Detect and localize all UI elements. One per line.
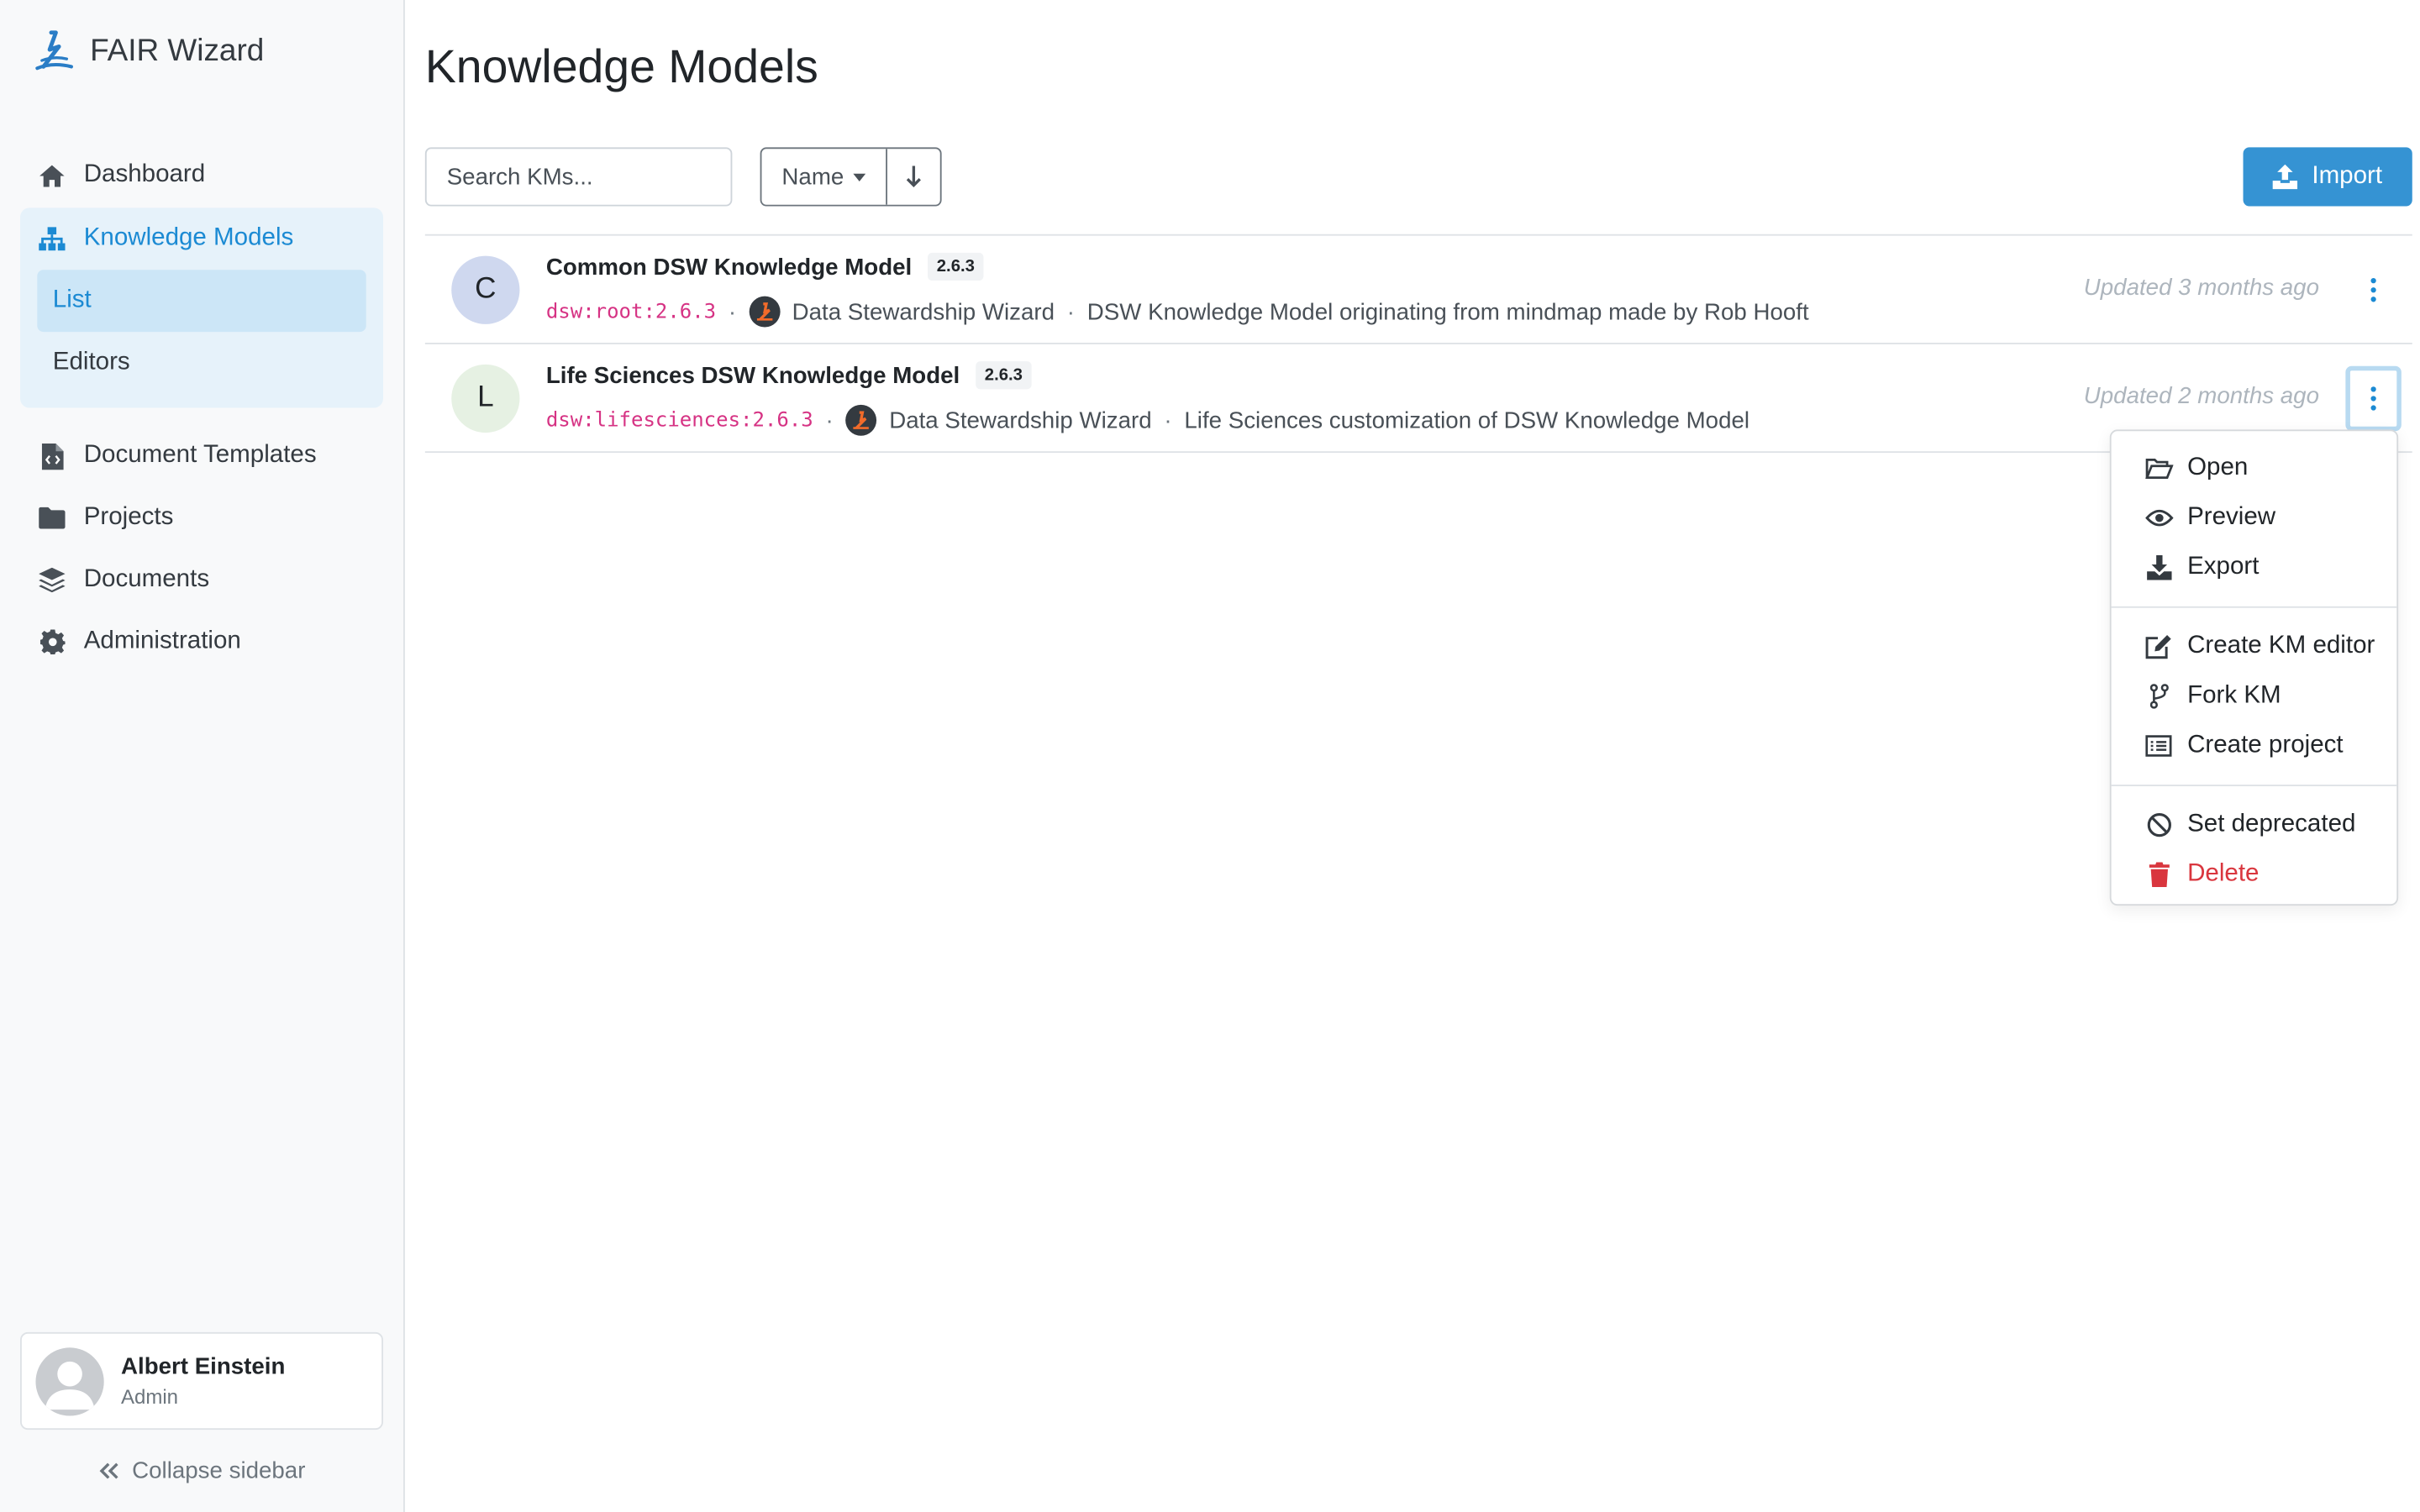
row-actions-button[interactable]: [2345, 257, 2401, 323]
sidebar-item-knowledge-models[interactable]: Knowledge Models: [20, 207, 383, 270]
sidebar-subitem-editors[interactable]: Editors: [37, 332, 366, 394]
import-button[interactable]: Import: [2243, 147, 2412, 207]
sidebar-item-administration[interactable]: Administration: [20, 611, 383, 673]
double-chevron-left-icon: [99, 1462, 119, 1479]
km-name-link[interactable]: Common DSW Knowledge Model: [546, 254, 912, 280]
app-logo[interactable]: FAIR Wizard: [31, 28, 264, 74]
km-description: DSW Knowledge Model originating from min…: [1086, 298, 1809, 325]
sidebar-nav: Dashboard Knowledge Models List Editors …: [19, 144, 383, 674]
row-actions-button[interactable]: [2345, 365, 2402, 432]
sidebar: FAIR Wizard Dashboard Knowledge Models L…: [0, 0, 405, 1512]
user-name: Albert Einstein: [120, 1353, 286, 1381]
import-label: Import: [2312, 162, 2383, 190]
edit-icon: [2144, 634, 2173, 659]
ellipsis-vertical-icon: [2370, 386, 2376, 412]
knowledge-model-list: C Common DSW Knowledge Model 2.6.3 dsw:r…: [424, 234, 2412, 454]
home-icon: [39, 162, 65, 188]
gear-icon: [39, 629, 65, 655]
page-title: Knowledge Models: [424, 41, 818, 93]
sidebar-item-document-templates[interactable]: Document Templates: [20, 425, 383, 487]
code-branch-icon: [2144, 684, 2173, 709]
app-name: FAIR Wizard: [90, 33, 265, 68]
sidebar-item-label: Document Templates: [83, 442, 317, 469]
organization-logo-icon: [748, 296, 780, 328]
row-actions-dropdown: Open Preview Export Create KM editor For…: [2109, 429, 2399, 906]
menu-item-open[interactable]: Open: [2112, 444, 2397, 493]
folder-icon: [39, 505, 66, 531]
trash-icon: [2144, 862, 2173, 887]
fair-wizard-logo-icon: [31, 28, 77, 74]
sidebar-item-label: Administration: [83, 627, 241, 655]
menu-item-set-deprecated[interactable]: Set deprecated: [2112, 801, 2397, 850]
sidebar-subitem-list[interactable]: List: [37, 270, 366, 333]
ban-icon: [2144, 812, 2173, 837]
layers-icon: [39, 567, 66, 593]
updated-time: Updated 3 months ago: [2083, 274, 2319, 302]
menu-item-export[interactable]: Export: [2112, 543, 2397, 592]
sidebar-item-dashboard[interactable]: Dashboard: [20, 144, 383, 207]
list-item: C Common DSW Knowledge Model 2.6.3 dsw:r…: [424, 236, 2412, 344]
sidebar-item-projects[interactable]: Projects: [20, 487, 383, 549]
km-initial-avatar: C: [451, 255, 520, 324]
menu-divider: [2111, 606, 2397, 608]
organization-name: Data Stewardship Wizard: [889, 407, 1152, 433]
sort-by-label: Name: [781, 163, 844, 191]
user-avatar: [35, 1347, 104, 1415]
organization-name: Data Stewardship Wizard: [792, 298, 1055, 325]
menu-item-delete[interactable]: Delete: [2112, 850, 2397, 900]
updated-time: Updated 2 months ago: [2083, 382, 2319, 410]
organization-logo-icon: [845, 404, 877, 436]
menu-item-fork-km[interactable]: Fork KM: [2112, 671, 2397, 721]
sort-direction-button[interactable]: [887, 149, 940, 204]
sidebar-item-label: Knowledge Models: [83, 224, 294, 252]
file-code-icon: [39, 443, 65, 470]
eye-icon: [2144, 509, 2173, 528]
km-description: Life Sciences customization of DSW Knowl…: [1184, 407, 1750, 433]
sidebar-group-knowledge-models: Knowledge Models List Editors: [19, 207, 383, 408]
collapse-sidebar-label: Collapse sidebar: [132, 1457, 306, 1484]
sidebar-item-documents[interactable]: Documents: [20, 549, 383, 612]
sitemap-icon: [39, 226, 66, 252]
sidebar-item-label: Projects: [83, 503, 174, 531]
caret-down-icon: [853, 172, 866, 181]
download-icon: [2144, 554, 2173, 580]
km-initial-avatar: L: [451, 364, 520, 433]
km-name-link[interactable]: Life Sciences DSW Knowledge Model: [546, 362, 960, 388]
version-badge: 2.6.3: [927, 252, 985, 281]
collapse-sidebar-button[interactable]: Collapse sidebar: [0, 1457, 405, 1484]
menu-divider: [2111, 785, 2397, 786]
folder-open-icon: [2144, 458, 2173, 480]
user-profile-card[interactable]: Albert Einstein Admin: [19, 1331, 383, 1431]
menu-item-preview[interactable]: Preview: [2112, 493, 2397, 543]
arrow-down-icon: [906, 165, 921, 188]
sidebar-item-label: Dashboard: [83, 160, 206, 188]
sort-by-dropdown[interactable]: Name: [761, 149, 887, 205]
search-input[interactable]: [424, 147, 733, 207]
menu-item-create-km-editor[interactable]: Create KM editor: [2112, 622, 2397, 671]
menu-item-create-project[interactable]: Create project: [2112, 721, 2397, 770]
ellipsis-vertical-icon: [2370, 277, 2376, 302]
km-id: dsw:root:2.6.3: [545, 300, 717, 323]
list-icon: [2144, 735, 2173, 757]
user-role: Admin: [120, 1384, 179, 1409]
km-id: dsw:lifesciences:2.6.3: [545, 408, 813, 433]
upload-icon: [2273, 164, 2298, 190]
version-badge: 2.6.3: [975, 361, 1033, 390]
sidebar-item-label: Documents: [83, 565, 210, 593]
sort-control: Name: [760, 147, 942, 207]
